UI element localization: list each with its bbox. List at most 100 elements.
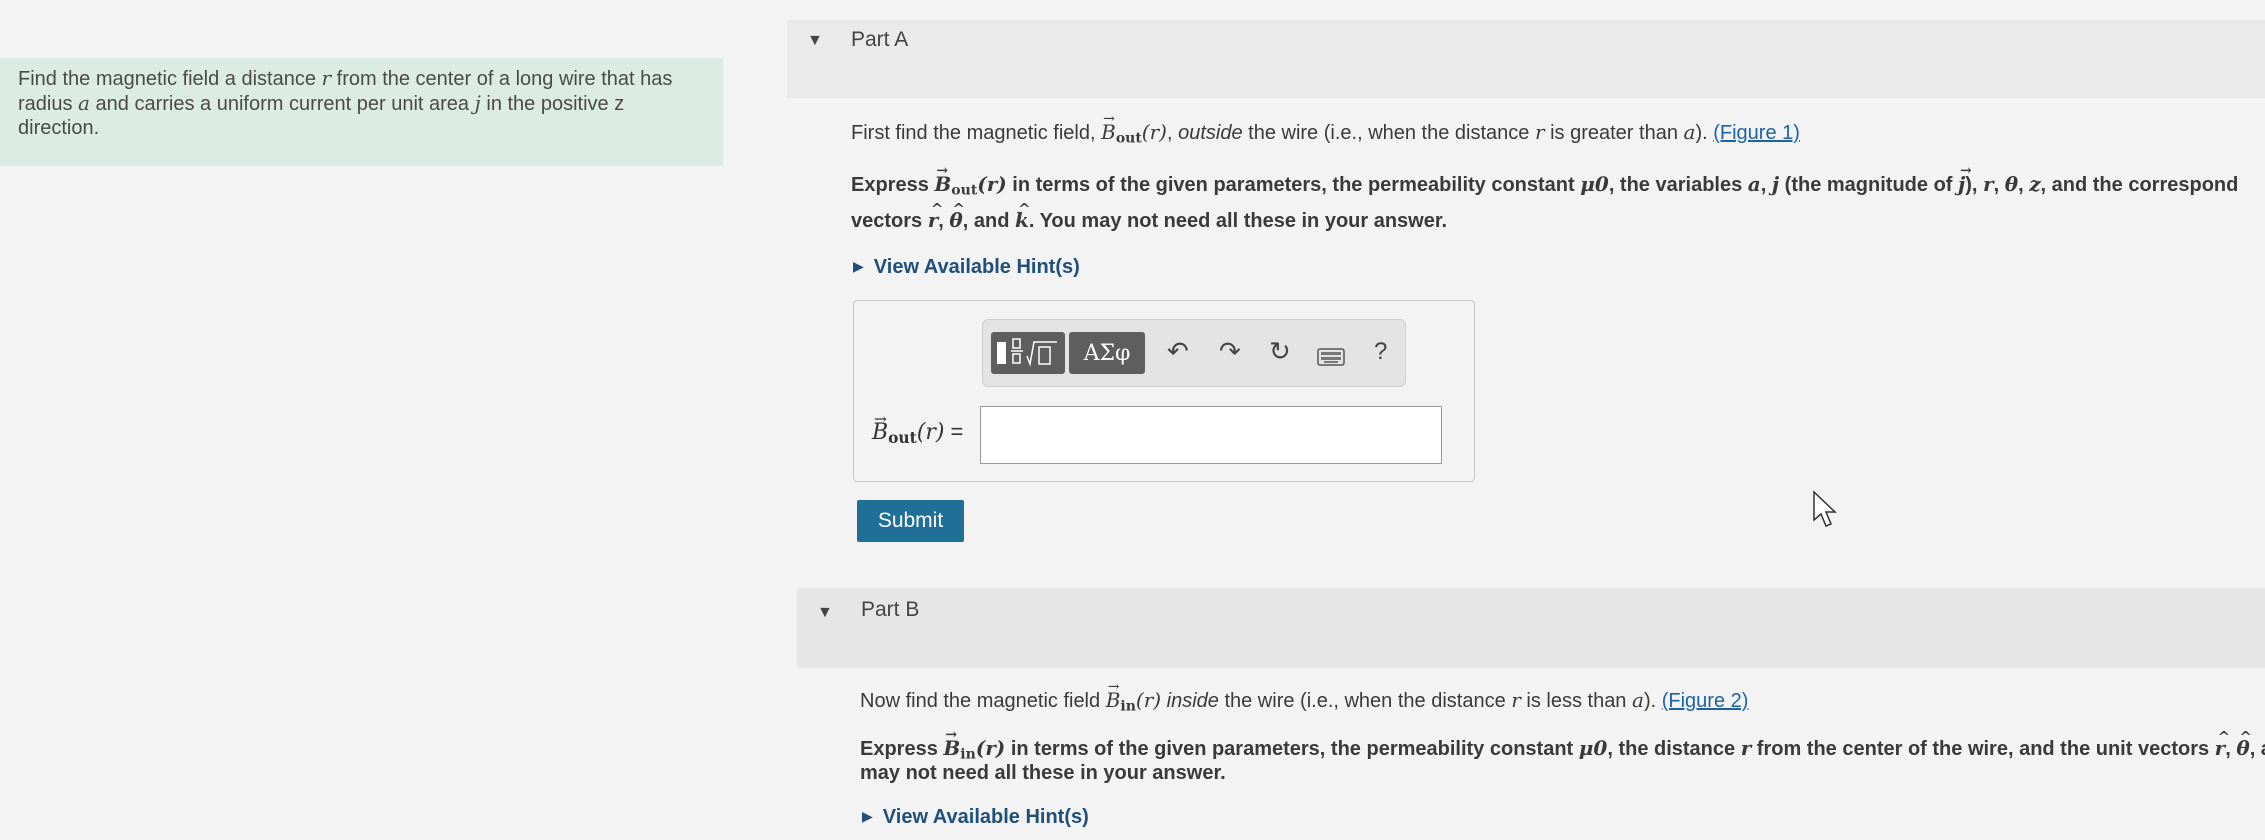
- text: in terms of the given parameters, the pe…: [1005, 738, 1579, 760]
- var-theta: θ: [2004, 172, 2019, 196]
- part-a-hint-toggle[interactable]: ▶ View Available Hint(s): [853, 256, 1080, 279]
- text: is greater than: [1544, 122, 1684, 144]
- mu0: μ0: [1578, 736, 1608, 760]
- fraction-sqrt-icon: [997, 338, 1057, 367]
- arg-r: (r): [977, 172, 1007, 196]
- b-vector: B: [943, 727, 960, 760]
- caret-right-icon: ▶: [862, 808, 873, 824]
- text: Express: [851, 174, 935, 196]
- redo-icon[interactable]: ↷: [1219, 336, 1241, 367]
- var-a: a: [78, 91, 90, 115]
- hint-label: View Available Hint(s): [873, 256, 1080, 278]
- reset-icon[interactable]: ↻: [1269, 336, 1291, 367]
- part-b-instructions: Express Bin(r) in terms of the given par…: [860, 727, 2265, 763]
- templates-button[interactable]: [991, 332, 1065, 374]
- text: , the distance: [1607, 738, 1741, 760]
- part-b-header[interactable]: ▼ Part B: [797, 588, 2265, 668]
- problem-text: and carries a uniform current per unit a…: [89, 93, 475, 115]
- var-r: r: [1534, 120, 1545, 144]
- text: , and: [962, 210, 1015, 232]
- help-icon[interactable]: ?: [1374, 338, 1387, 366]
- part-b-label: Part B: [861, 598, 920, 621]
- text: may not need all these in your answer.: [860, 762, 1226, 784]
- part-a-instructions-cont: vectors r, θ, and k. You may not need al…: [851, 200, 1448, 233]
- var-a: a: [1683, 120, 1696, 144]
- unit-theta-hat: θ: [2236, 728, 2252, 760]
- subscript-out: out: [888, 428, 917, 447]
- text: in terms of the given parameters, the pe…: [1006, 174, 1581, 196]
- j-vector: j: [1958, 163, 1972, 196]
- greek-label: ΑΣφ: [1083, 340, 1131, 366]
- text: vectors: [851, 210, 928, 232]
- text: ,: [1166, 122, 1179, 144]
- arg-r: (r): [975, 736, 1006, 760]
- text: (the magnitude of: [1779, 174, 1959, 196]
- subscript-in: in: [960, 746, 976, 763]
- answer-label: Bout(r) =: [872, 410, 964, 447]
- keyboard-icon[interactable]: [1317, 342, 1345, 373]
- text: Express: [860, 738, 944, 760]
- part-b-hint-toggle[interactable]: ▶ View Available Hint(s): [862, 806, 1089, 829]
- b-vector: B: [872, 410, 888, 445]
- italic-inside: inside: [1166, 690, 1219, 712]
- undo-icon[interactable]: ↶: [1167, 336, 1189, 367]
- var-z: z: [2029, 172, 2041, 196]
- part-a-header[interactable]: ▼ Part A: [787, 20, 2265, 98]
- caret-right-icon: ▶: [853, 258, 864, 274]
- text: , and: [2249, 738, 2265, 760]
- subscript-out: out: [1115, 130, 1142, 147]
- part-b-intro: Now find the magnetic field Bin(r) insid…: [860, 679, 1749, 715]
- answer-panel: ΑΣφ ↶ ↷ ↻ ? Bout(r) =: [853, 300, 1475, 482]
- text: , the variables: [1608, 174, 1748, 196]
- text: ).: [1643, 690, 1662, 712]
- submit-button[interactable]: Submit: [857, 500, 964, 542]
- unit-r-hat: r: [928, 200, 943, 232]
- collapse-triangle-icon[interactable]: ▼: [817, 604, 833, 622]
- text: is less than: [1520, 690, 1632, 712]
- collapse-triangle-icon[interactable]: ▼: [807, 32, 823, 50]
- keyboard-shape: [1317, 348, 1345, 366]
- text: ,: [1993, 174, 2005, 196]
- answer-input[interactable]: [980, 406, 1442, 464]
- italic-outside: outside: [1178, 122, 1243, 144]
- text: ,: [2018, 174, 2030, 196]
- text: , and the correspond: [2040, 174, 2239, 196]
- unit-r-hat: r: [2215, 728, 2230, 760]
- mouse-cursor-icon: [1813, 490, 1837, 527]
- var-r: r: [1511, 688, 1521, 712]
- figure-2-link[interactable]: (Figure 2): [1662, 690, 1749, 712]
- var-r: r: [1740, 736, 1752, 760]
- equals-sign: =: [944, 419, 964, 444]
- text: ,: [1760, 174, 1772, 196]
- part-a-instructions: Express Bout(r) in terms of the given pa…: [851, 163, 2239, 199]
- subscript-in: in: [1120, 698, 1136, 715]
- arg-r: (r): [1141, 120, 1167, 144]
- b-vector: B: [934, 163, 951, 196]
- var-a: a: [1632, 688, 1644, 712]
- text: the wire (i.e., when the distance: [1218, 690, 1512, 712]
- text: First find the magnetic field,: [851, 122, 1102, 144]
- subscript-out: out: [951, 182, 978, 199]
- unit-k-hat: k: [1015, 200, 1030, 232]
- var-r: r: [321, 66, 332, 90]
- b-vector: B: [1101, 111, 1116, 144]
- text: the wire (i.e., when the distance: [1242, 122, 1535, 144]
- text: from the center of the wire, and the uni…: [1751, 738, 2215, 760]
- text: Now find the magnetic field: [860, 690, 1106, 712]
- figure-1-link[interactable]: (Figure 1): [1713, 122, 1800, 144]
- var-r: r: [1983, 172, 1994, 196]
- part-b-instructions-cont: may not need all these in your answer.: [860, 762, 1226, 785]
- math-toolbar: ΑΣφ ↶ ↷ ↻ ?: [982, 319, 1406, 387]
- unit-theta-hat: θ: [949, 200, 965, 232]
- part-a-label: Part A: [851, 28, 909, 51]
- mu0: μ0: [1580, 172, 1609, 196]
- hint-label: View Available Hint(s): [882, 806, 1089, 828]
- greek-symbols-button[interactable]: ΑΣφ: [1069, 332, 1145, 374]
- part-a-intro: First find the magnetic field, Bout(r), …: [851, 111, 1800, 147]
- text: ).: [1695, 122, 1714, 144]
- problem-statement: Find the magnetic field a distance r fro…: [0, 58, 723, 166]
- text: . You may not need all these in your ans…: [1028, 210, 1448, 232]
- var-a: a: [1747, 172, 1761, 196]
- b-vector: B: [1106, 679, 1121, 712]
- arg-r: (r): [916, 420, 945, 445]
